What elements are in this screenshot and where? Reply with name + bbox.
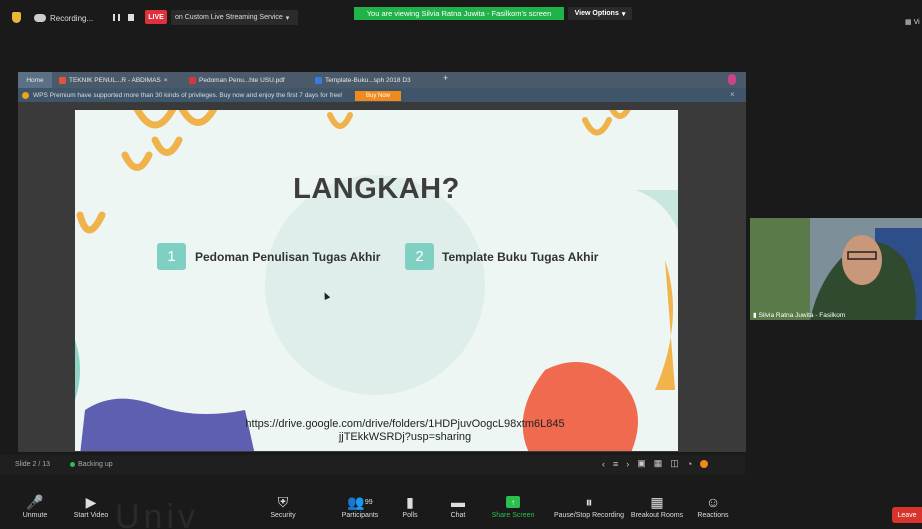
participant-name: Silvia Ratna Juwita - Fasilkom xyxy=(758,311,846,319)
start-video-label: Start Video xyxy=(73,512,109,519)
buy-now-button[interactable]: Buy Now xyxy=(355,91,401,101)
participants-icon: 👥 99 xyxy=(347,493,373,510)
chevron-down-icon: ▾ xyxy=(621,10,626,18)
recording-label: Recording... xyxy=(50,13,94,23)
slide-counter: Slide 2 / 13 xyxy=(15,461,51,468)
shield-icon: ⛨ xyxy=(277,493,289,510)
prev-slide-icon[interactable]: ‹ xyxy=(602,459,605,469)
view-toggle-label: Vi xyxy=(913,19,920,26)
security-label: Security xyxy=(270,512,296,519)
user-avatar[interactable] xyxy=(728,74,736,85)
pause-stop-recording-label: Pause/Stop Recording xyxy=(553,512,625,519)
word-icon xyxy=(315,76,322,84)
presentation-slide: LANGKAH? 1 Pedoman Penulisan Tugas Akhir… xyxy=(75,110,678,451)
share-screen-icon: ↑ xyxy=(506,492,520,512)
share-screen-label: Share Screen xyxy=(491,512,535,519)
backup-status: Backing up xyxy=(70,461,113,468)
menu-icon[interactable]: ≡ xyxy=(613,459,618,469)
pause-stop-icon: ⏸ xyxy=(585,493,593,510)
participant-name-tag: ▮ Silvia Ratna Juwita - Fasilkom xyxy=(753,311,846,320)
recording-indicator: Recording... xyxy=(34,10,93,26)
info-icon xyxy=(22,91,29,99)
next-slide-icon[interactable]: › xyxy=(626,459,629,469)
live-badge: LIVE xyxy=(145,10,167,24)
drive-link-line-2: jjTEkkWSRDj?usp=sharing xyxy=(338,431,472,443)
signal-icon: ▮ xyxy=(753,312,757,319)
reading-view-icon[interactable]: ◫ xyxy=(670,458,679,469)
breakout-rooms-icon: ▦ xyxy=(650,493,664,510)
backup-label: Backing up xyxy=(78,461,113,468)
tab-home[interactable]: Home xyxy=(18,72,52,88)
new-tab-button[interactable]: + xyxy=(443,73,448,83)
chevron-down-icon: ▾ xyxy=(285,14,290,22)
step-label-1: Pedoman Penulisan Tugas Akhir xyxy=(195,250,381,264)
stream-service-dropdown[interactable]: on Custom Live Streaming Service ▾ xyxy=(171,10,298,25)
pause-recording-icon[interactable] xyxy=(113,14,120,21)
pause-stop-recording-button[interactable]: ⏸ Pause/Stop Recording xyxy=(546,492,632,520)
step-number-2: 2 xyxy=(405,243,434,270)
slide-controls: ‹ ≡ › ▣ ▦ ◫ ◔ xyxy=(602,458,709,469)
watermark-text: Univ xyxy=(115,498,200,529)
breakout-rooms-label: Breakout Rooms xyxy=(630,512,684,519)
participant-video[interactable] xyxy=(750,218,922,320)
view-options-button[interactable]: View Options ▾ xyxy=(568,7,632,20)
chat-label: Chat xyxy=(450,512,466,519)
slide-title: LANGKAH? xyxy=(293,173,460,205)
grid-icon: ▦ xyxy=(905,19,912,26)
status-dot-icon xyxy=(70,462,75,467)
step-number-1: 1 xyxy=(157,243,186,270)
share-screen-button[interactable]: ↑ Share Screen xyxy=(478,492,548,519)
tab-label: Template-Buku...sph 2018 D3 xyxy=(325,76,411,84)
normal-view-icon[interactable]: ▣ xyxy=(637,458,646,469)
stop-recording-icon[interactable] xyxy=(128,14,134,21)
view-toggle-button[interactable]: ▦ Vi xyxy=(905,18,920,26)
view-options-label: View Options xyxy=(574,10,619,17)
security-button[interactable]: ⛨ Security xyxy=(248,492,318,520)
reactions-icon: ☺ xyxy=(705,494,721,510)
chat-icon: ▬ xyxy=(451,494,465,510)
reactions-label: Reactions xyxy=(697,512,729,519)
slide-decoration xyxy=(75,110,678,451)
viewing-screen-banner: You are viewing Silvia Ratna Juwita - Fa… xyxy=(354,7,564,20)
tab-label: TEKNIK PENUL...R - ABDIMAS xyxy=(69,76,161,84)
banner-text: WPS Premium have supported more than 30 … xyxy=(33,91,343,99)
play-slideshow-icon[interactable] xyxy=(700,459,709,468)
tab-label: Pedoman Penu...hte USU.pdf xyxy=(199,76,285,84)
muted-mic-icon: 🎤 xyxy=(26,493,44,510)
leave-button[interactable]: Leave xyxy=(892,507,922,523)
cloud-icon xyxy=(34,14,46,22)
presentation-icon xyxy=(59,76,66,84)
video-off-icon: ▶ xyxy=(85,493,97,510)
step-label-2: Template Buku Tugas Akhir xyxy=(442,250,599,264)
participant-count: 99 xyxy=(364,498,373,506)
start-video-button[interactable]: ▶ Start Video xyxy=(56,492,126,520)
video-frame xyxy=(750,218,922,320)
stream-service-label: on Custom Live Streaming Service xyxy=(175,14,283,21)
tab-document-3[interactable]: Template-Buku...sph 2018 D3 xyxy=(311,72,437,88)
close-icon[interactable]: × xyxy=(164,77,168,84)
tab-document-1[interactable]: TEKNIK PENUL...R - ABDIMAS × xyxy=(55,72,181,88)
pdf-icon xyxy=(189,76,196,84)
tab-document-2[interactable]: Pedoman Penu...hte USU.pdf xyxy=(185,72,307,88)
notes-icon[interactable]: ◔ xyxy=(687,459,692,469)
polls-icon: ▮ xyxy=(406,493,414,510)
drive-link[interactable]: https://drive.google.com/drive/folders/1… xyxy=(195,418,615,444)
close-banner-icon[interactable]: × xyxy=(730,90,735,99)
participants-label: Participants xyxy=(341,512,379,519)
polls-label: Polls xyxy=(402,512,418,519)
sorter-view-icon[interactable]: ▦ xyxy=(654,458,663,469)
security-shield-icon[interactable] xyxy=(12,12,21,23)
reactions-button[interactable]: ☺ Reactions xyxy=(678,492,748,519)
unmute-label: Unmute xyxy=(22,512,48,519)
drive-link-line-1: https://drive.google.com/drive/folders/1… xyxy=(245,418,565,430)
